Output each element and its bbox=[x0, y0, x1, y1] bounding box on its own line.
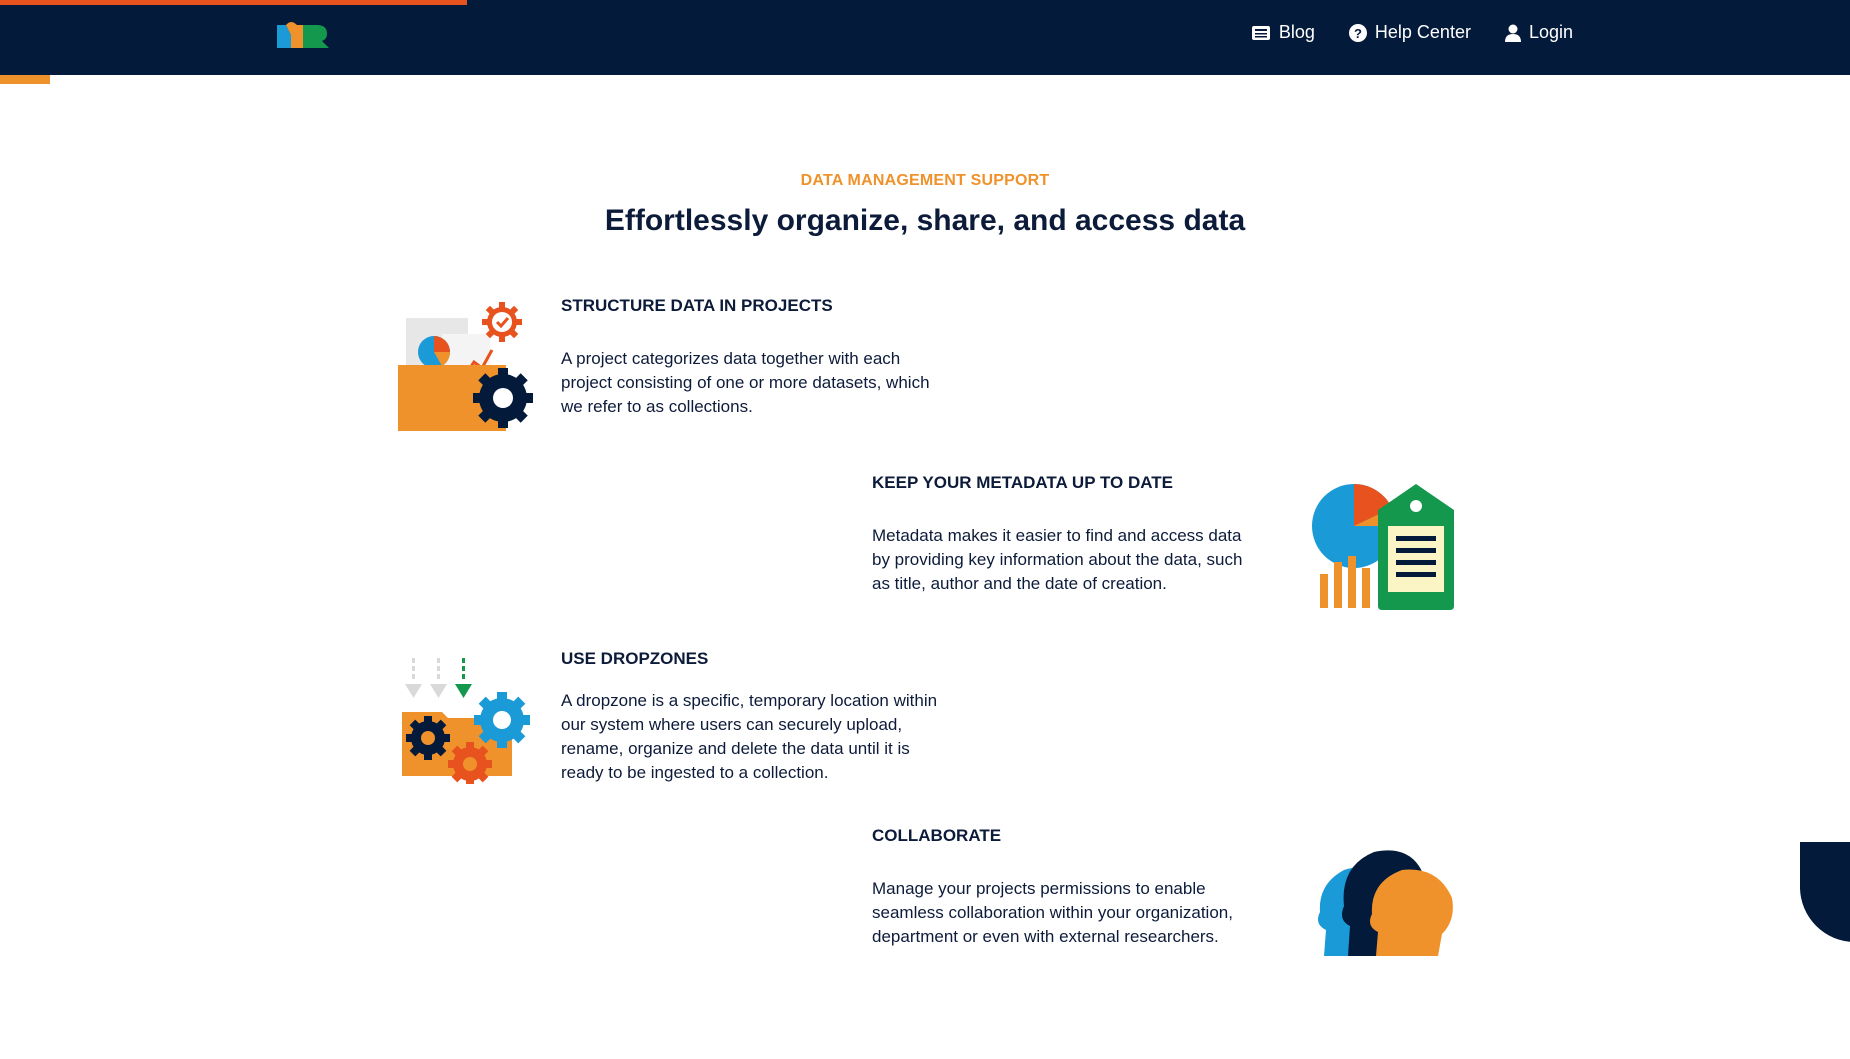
folder-charts-illustration bbox=[398, 302, 536, 437]
feature-title: COLLABORATE bbox=[872, 826, 1002, 845]
feature-description: A project categorizes data together with… bbox=[561, 347, 930, 419]
section-headline: Effortlessly organize, share, and access… bbox=[604, 204, 1246, 237]
help-icon: ? bbox=[1348, 23, 1367, 42]
feature-description-line: Metadata makes it easier to find and acc… bbox=[872, 526, 1242, 545]
nav-blog-label: Blog bbox=[1278, 22, 1315, 42]
svg-text:?: ? bbox=[1354, 26, 1362, 41]
dropzone-illustration bbox=[400, 654, 536, 789]
feature-description-line: Manage your projects permissions to enab… bbox=[872, 879, 1206, 898]
feature-title: KEEP YOUR METADATA UP TO DATE bbox=[872, 473, 1173, 492]
nav-blog-link[interactable]: Blog bbox=[1251, 22, 1315, 43]
feature-description-line: ready to be ingested to a collection. bbox=[561, 763, 829, 782]
metadata-tag-illustration bbox=[1312, 483, 1456, 615]
nav-login-link[interactable]: Login bbox=[1504, 22, 1573, 43]
feature-description: A dropzone is a specific, temporary loca… bbox=[561, 689, 937, 785]
nav-login-label: Login bbox=[1528, 22, 1573, 42]
nav-help-center-link[interactable]: ? Help Center bbox=[1348, 22, 1471, 43]
feature-description-line: department or even with external researc… bbox=[872, 927, 1219, 946]
corner-accent bbox=[0, 75, 50, 84]
feature-title: STRUCTURE DATA IN PROJECTS bbox=[561, 296, 833, 315]
feature-title: USE DROPZONES bbox=[561, 649, 709, 668]
feature-description-line: rename, organize and delete the data unt… bbox=[561, 739, 910, 758]
section-eyebrow: DATA MANAGEMENT SUPPORT bbox=[800, 172, 1050, 189]
feature-description-line: as title, author and the date of creatio… bbox=[872, 574, 1167, 593]
blog-icon bbox=[1251, 25, 1271, 41]
feature-description-line: project consisting of one or more datase… bbox=[561, 373, 930, 392]
feature-description-line: A dropzone is a specific, temporary loca… bbox=[561, 691, 938, 710]
side-feedback-tab[interactable] bbox=[1800, 842, 1850, 942]
feature-description: Manage your projects permissions to enab… bbox=[872, 877, 1233, 949]
feature-description-line: A project categorizes data together with… bbox=[561, 349, 901, 368]
feature-description-line: seamless collaboration within your organ… bbox=[872, 903, 1233, 922]
nav-help-center-label: Help Center bbox=[1374, 22, 1471, 42]
app-logo[interactable] bbox=[277, 21, 329, 48]
feature-description-line: by providing key information about the d… bbox=[872, 550, 1243, 569]
scroll-progress-bar bbox=[0, 0, 467, 5]
collaborate-heads-illustration bbox=[1314, 836, 1454, 963]
feature-description-line: we refer to as collections. bbox=[561, 397, 753, 416]
feature-description-line: our system where users can securely uplo… bbox=[561, 715, 903, 734]
user-icon bbox=[1504, 24, 1521, 42]
feature-description: Metadata makes it easier to find and acc… bbox=[872, 524, 1242, 596]
main-nav: Blog ? Help Center Login bbox=[1251, 22, 1573, 43]
